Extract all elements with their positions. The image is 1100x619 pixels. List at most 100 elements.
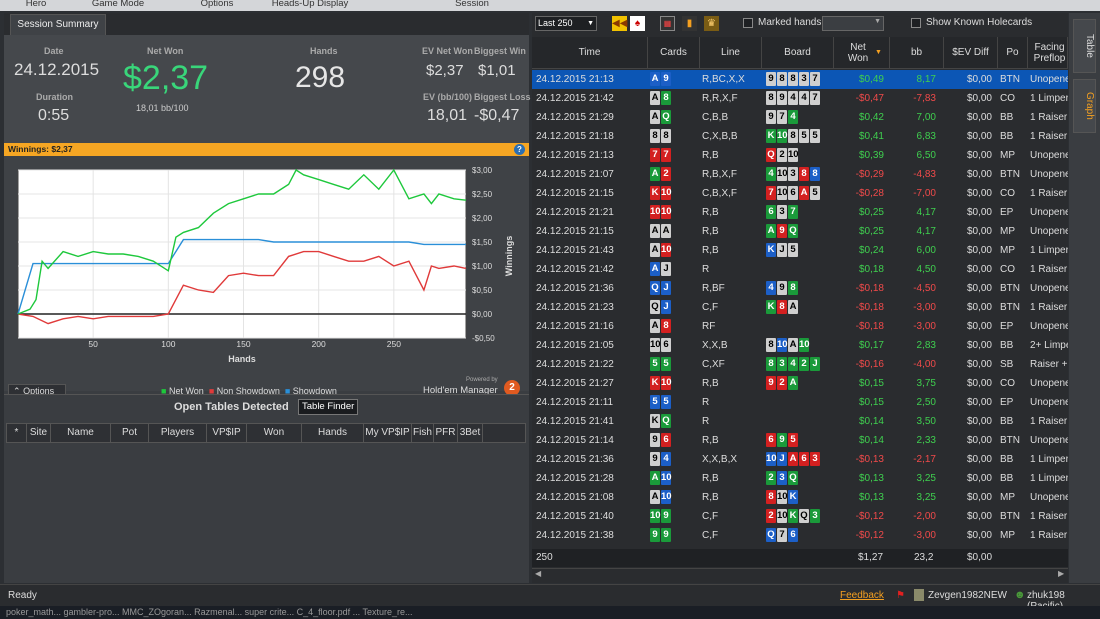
col-players[interactable]: Players — [149, 424, 207, 442]
table-row[interactable]: 24.12.2015 21:11 5 5 R $0,15 2,50 $0,00 EP Unope… — [532, 393, 1068, 412]
ev-net-won-label: EV Net Won — [422, 46, 473, 56]
help-icon[interactable]: ? — [514, 144, 525, 155]
col-name[interactable]: Name — [51, 424, 111, 442]
col-3bet[interactable]: 3Bet — [458, 424, 483, 442]
table-row[interactable]: 24.12.2015 21:05 10 6 X,X,B 8 10 A 10 $0,17 2,83 $… — [532, 336, 1068, 355]
card: 8 — [777, 72, 787, 87]
table-row[interactable]: 24.12.2015 21:13 A 9 R,BC,X,X 9 8 8 3 7 $0,49 8,17… — [532, 70, 1068, 89]
scroll-right-icon[interactable]: ▶ — [1058, 569, 1064, 578]
table-row[interactable]: 24.12.2015 21:07 A 2 R,B,X,F 4 10 3 8 8 -$0,29 -4,… — [532, 165, 1068, 184]
table-row[interactable]: 24.12.2015 21:42 A J R $0,18 4,50 $0,00 CO 1 Rai… — [532, 260, 1068, 279]
table-row[interactable]: 24.12.2015 21:22 5 5 C,XF 8 3 4 2 J -$0,16 -4,00 $0… — [532, 355, 1068, 374]
bb-cell: 3,75 — [916, 378, 936, 389]
time-cell: 24.12.2015 21:28 — [536, 473, 614, 484]
facing-cell: Unopened — [1030, 150, 1068, 161]
ev-diff-cell: $0,00 — [966, 283, 992, 294]
table-row[interactable]: 24.12.2015 21:43 A 10 R,B K J 5 $0,24 6,00 $0,00 M… — [532, 241, 1068, 260]
col-bb[interactable]: bb — [890, 37, 944, 68]
scroll-left-icon[interactable]: ◀ — [535, 569, 541, 578]
feedback-link[interactable]: Feedback — [840, 590, 884, 601]
bar-chart-icon[interactable]: ▮ — [682, 16, 697, 31]
position-cell: BB — [1000, 416, 1014, 427]
table-row[interactable]: 24.12.2015 21:42 A 8 R,R,X,F 8 9 4 4 7 -$0,47 -7,8… — [532, 89, 1068, 108]
table-row[interactable]: 24.12.2015 21:41 K Q R $0,14 3,50 $0,00 BB 1 Rai… — [532, 412, 1068, 431]
col-star[interactable]: * — [7, 424, 27, 442]
bb-cell: 2,83 — [916, 340, 936, 351]
table-finder-button[interactable]: Table Finder — [298, 399, 359, 415]
menu-game-mode[interactable]: Game Mode — [92, 0, 144, 9]
col-site[interactable]: Site — [27, 424, 51, 442]
bb-cell: 6,83 — [916, 131, 936, 142]
card: J — [661, 300, 671, 315]
col-cards[interactable]: Cards — [648, 37, 700, 68]
card: 7 — [788, 205, 798, 220]
table-row[interactable]: 24.12.2015 21:36 9 4 X,X,B,X 10 J A 6 3 -$0,13 -2,… — [532, 450, 1068, 469]
tab-session-summary[interactable]: Session Summary — [10, 14, 106, 36]
table-row[interactable]: 24.12.2015 21:28 A 10 R,B 2 3 Q $0,13 3,25 $0,00 B… — [532, 469, 1068, 488]
y-tick-label: $2,00 — [472, 214, 493, 223]
card: 2 — [766, 509, 776, 524]
card: 3 — [777, 357, 787, 372]
time-cell: 24.12.2015 21:36 — [536, 283, 614, 294]
facing-cell: 1 Raiser — [1030, 264, 1068, 275]
position-cell: BB — [1000, 473, 1014, 484]
tab-table[interactable]: Table — [1073, 19, 1096, 73]
col-time[interactable]: Time — [532, 37, 648, 68]
table-row[interactable]: 24.12.2015 21:23 Q J C,F K 8 A -$0,18 -3,00 $0,00… — [532, 298, 1068, 317]
marked-hands-checkbox[interactable] — [743, 18, 753, 28]
card: 4 — [788, 357, 798, 372]
menu-bar: Hero Game Mode Options Heads-Up Display … — [0, 0, 1100, 11]
col-line[interactable]: Line — [700, 37, 762, 68]
card: 8 — [766, 490, 776, 505]
cards-icon[interactable]: ♠ — [630, 16, 645, 31]
time-cell: 24.12.2015 21:18 — [536, 131, 614, 142]
table-row[interactable]: 24.12.2015 21:27 K 10 R,B 9 2 A $0,15 3,75 $0,00 C… — [532, 374, 1068, 393]
col-pot[interactable]: Pot — [111, 424, 149, 442]
bb-cell: 6,50 — [916, 150, 936, 161]
card: A — [799, 186, 809, 201]
col-my-vpip[interactable]: My VP$IP — [364, 424, 412, 442]
menu-hud[interactable]: Heads-Up Display — [272, 0, 349, 9]
trophy-icon[interactable]: ♛ — [704, 16, 719, 31]
menu-session[interactable]: Session — [455, 0, 489, 9]
table-row[interactable]: 24.12.2015 21:08 A 10 R,B 8 10 K $0,13 3,25 $0,00… — [532, 488, 1068, 507]
hole-cards-cell: K 10 — [650, 374, 700, 393]
y-tick-label: $1,50 — [472, 238, 493, 247]
grid-icon[interactable]: ▦ — [660, 16, 675, 31]
col-pfr[interactable]: PFR — [434, 424, 458, 442]
marked-hands-select[interactable]: ▼ — [822, 16, 884, 31]
col-position[interactable]: Po — [998, 37, 1028, 68]
table-row[interactable]: 24.12.2015 21:15 A A R,B A 9 Q $0,25 4,17 $0,00 MP… — [532, 222, 1068, 241]
col-vpip[interactable]: VP$IP — [207, 424, 247, 442]
col-board[interactable]: Board — [762, 37, 834, 68]
table-row[interactable]: 24.12.2015 21:15 K 10 C,B,X,F 7 10 6 A 5 -$0,28 -7… — [532, 184, 1068, 203]
hands-filter-select[interactable]: Last 250 ▼ — [535, 16, 597, 31]
col-fish[interactable]: Fish — [412, 424, 434, 442]
table-row[interactable]: 24.12.2015 21:40 10 9 C,F 2 10 K Q 3 -$0,12 -2,00 $… — [532, 507, 1068, 526]
table-row[interactable]: 24.12.2015 21:21 1010 R,B 6 3 7 $0,25 4,17 $0,00… — [532, 203, 1068, 222]
table-row[interactable]: 24.12.2015 21:13 7 7 R,B Q 2 10 $0,39 6,50 $0,00 M… — [532, 146, 1068, 165]
col-hands[interactable]: Hands — [302, 424, 364, 442]
col-facing-preflop[interactable]: Facing Preflop — [1028, 37, 1068, 68]
table-row[interactable]: 24.12.2015 21:36 Q J R,BF 4 9 8 -$0,18 -4,50 $0,0… — [532, 279, 1068, 298]
rewind-icon[interactable]: ◀◀ — [612, 16, 627, 31]
tab-graph[interactable]: Graph — [1073, 79, 1096, 133]
net-won-cell: -$0,18 — [855, 302, 884, 313]
card: 5 — [661, 357, 671, 372]
hole-cards-cell: 1010 — [650, 203, 700, 222]
table-row[interactable]: 24.12.2015 21:14 9 6 R,B 6 9 5 $0,14 2,33 $0,00 BT… — [532, 431, 1068, 450]
table-row[interactable]: 24.12.2015 21:29 A Q C,B,B 9 7 4 $0,42 7,00 $0,00… — [532, 108, 1068, 127]
board-cell: 4 10 3 8 8 — [766, 165, 836, 184]
menu-hero[interactable]: Hero — [26, 0, 47, 9]
menu-options[interactable]: Options — [201, 0, 234, 9]
table-row[interactable]: 24.12.2015 21:18 8 8 C,X,B,B K 10 8 5 5 $0,41 6,83… — [532, 127, 1068, 146]
show-known-checkbox[interactable] — [911, 18, 921, 28]
time-cell: 24.12.2015 21:42 — [536, 93, 614, 104]
card: 8 — [650, 129, 660, 144]
horizontal-scrollbar[interactable]: ◀ ▶ — [532, 568, 1068, 582]
col-won[interactable]: Won — [247, 424, 302, 442]
table-row[interactable]: 24.12.2015 21:38 9 9 C,F Q 7 6 -$0,12 -3,00 $0,00… — [532, 526, 1068, 545]
col-net-won[interactable]: Net Won ▼ — [834, 37, 890, 68]
col-ev-diff[interactable]: $EV Diff — [944, 37, 998, 68]
table-row[interactable]: 24.12.2015 21:16 A 8 RF -$0,18 -3,00 $0,00 EP Un… — [532, 317, 1068, 336]
